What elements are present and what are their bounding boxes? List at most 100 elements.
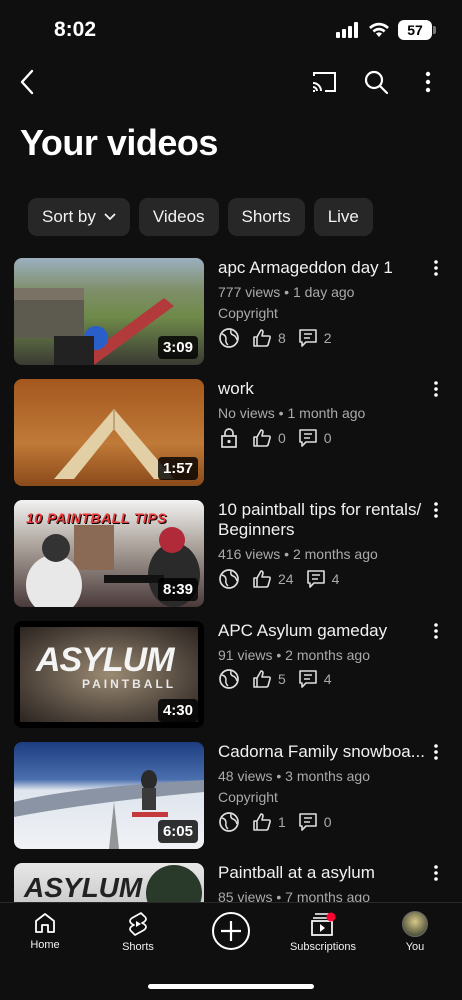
status-icons: 57: [336, 20, 436, 40]
comment-stat: 4: [306, 569, 340, 589]
video-item[interactable]: ASYLUM PAINTBALL 4:30 APC Asylum gameday…: [0, 621, 462, 729]
nav-label: Home: [30, 939, 60, 951]
back-button[interactable]: [8, 62, 48, 102]
nav-you[interactable]: You: [370, 911, 460, 953]
video-thumbnail[interactable]: ASYLUM PAINTBALL 4:30: [14, 621, 204, 728]
more-options-button[interactable]: [408, 62, 448, 102]
like-count: 0: [278, 430, 286, 446]
video-item[interactable]: ASYLUM Paintball at a asylum 85 views • …: [0, 863, 462, 903]
thumbs-up-icon: [253, 329, 271, 347]
battery-icon: 57: [398, 20, 436, 40]
video-meta: 416 views • 2 months ago: [218, 546, 378, 562]
video-duration: 4:30: [157, 699, 198, 722]
upload-age: 3 months ago: [285, 768, 370, 784]
more-vertical-icon: [434, 744, 438, 760]
chip-label: Sort by: [42, 207, 96, 226]
search-button[interactable]: [356, 62, 396, 102]
view-count: 85 views: [218, 889, 273, 903]
videos-chip[interactable]: Videos: [138, 198, 219, 236]
comment-stat: 0: [298, 428, 332, 448]
cast-button[interactable]: [304, 62, 344, 102]
page-title: Your videos: [20, 122, 218, 163]
chip-label: Shorts: [241, 207, 291, 226]
comment-count: 4: [323, 671, 332, 687]
nav-label: Shorts: [122, 941, 154, 953]
upload-age: 1 day ago: [292, 284, 355, 300]
avatar: [402, 911, 428, 937]
upload-age: 1 month ago: [287, 405, 366, 421]
video-stats: 5 4: [218, 667, 344, 691]
video-duration: 3:09: [157, 336, 198, 359]
battery-level: 57: [407, 22, 423, 38]
nav-subscriptions[interactable]: Subscriptions: [278, 911, 368, 953]
thumbnail-scene: ASYLUM: [23, 865, 202, 903]
video-thumbnail[interactable]: ASYLUM: [14, 863, 204, 903]
video-title: Cadorna Family snowboa...: [218, 742, 425, 761]
video-more-button[interactable]: [428, 381, 444, 401]
comment-icon: [306, 570, 325, 588]
subscriptions-icon: [311, 912, 336, 936]
live-chip[interactable]: Live: [313, 198, 373, 236]
video-more-button[interactable]: [428, 623, 444, 643]
video-item[interactable]: 3:09 apc Armageddon day 1 777 views • 1 …: [0, 258, 462, 366]
video-meta: 48 views • 3 months ago: [218, 768, 370, 784]
comment-icon: [298, 429, 317, 447]
shorts-chip[interactable]: Shorts: [227, 198, 305, 236]
more-vertical-icon: [434, 260, 438, 276]
chip-label: Videos: [152, 207, 205, 226]
comment-stat: 4: [298, 669, 332, 689]
comment-icon: [298, 813, 317, 831]
view-count: 48 views: [218, 768, 273, 784]
top-bar: [0, 60, 462, 104]
video-title: work: [218, 379, 254, 398]
like-count: 24: [278, 571, 294, 587]
nav-home[interactable]: Home: [0, 911, 90, 951]
comment-count: 2: [323, 330, 332, 346]
video-more-button[interactable]: [428, 865, 444, 885]
chevron-down-icon: [104, 213, 116, 221]
video-more-button[interactable]: [428, 744, 444, 764]
copyright-label: Copyright: [218, 789, 278, 805]
thumbs-up-icon: [253, 429, 271, 447]
like-count: 8: [278, 330, 286, 346]
video-stats: 0 0: [218, 426, 344, 450]
video-thumbnail[interactable]: 1:57: [14, 379, 204, 486]
sort-by-chip[interactable]: Sort by: [28, 198, 130, 236]
video-duration: 8:39: [157, 578, 198, 601]
thumbs-up-icon: [253, 670, 271, 688]
like-stat: 0: [252, 428, 286, 448]
comment-icon: [298, 329, 317, 347]
like-count: 1: [278, 814, 286, 830]
more-vertical-icon: [425, 71, 431, 93]
more-vertical-icon: [434, 381, 438, 397]
video-more-button[interactable]: [428, 502, 444, 522]
comment-icon: [298, 670, 317, 688]
video-title: Paintball at a asylum: [218, 863, 375, 882]
thumbs-up-icon: [253, 813, 271, 831]
video-item[interactable]: 1:57 work No views • 1 month ago 0 0: [0, 379, 462, 487]
create-button[interactable]: [186, 911, 276, 951]
chip-label: Live: [327, 207, 359, 226]
video-thumbnail[interactable]: 3:09: [14, 258, 204, 365]
view-count: 777 views: [218, 284, 281, 300]
comment-stat: 0: [298, 812, 332, 832]
comment-count: 4: [331, 571, 340, 587]
video-meta: 91 views • 2 months ago: [218, 647, 370, 663]
video-thumbnail[interactable]: 10 PAINTBALL TIPS 8:39: [14, 500, 204, 607]
like-stat: 8: [252, 328, 286, 348]
nav-shorts[interactable]: Shorts: [93, 911, 183, 953]
more-vertical-icon: [434, 865, 438, 881]
wifi-icon: [369, 22, 389, 37]
nav-label: You: [405, 941, 425, 953]
status-bar: 8:02 57: [0, 0, 462, 60]
visibility-public: [218, 811, 240, 833]
svg-text:ASYLUM: ASYLUM: [23, 872, 143, 903]
video-stats: 8 2: [218, 326, 344, 350]
video-item[interactable]: 10 PAINTBALL TIPS 8:39 10 paintball tips…: [0, 500, 462, 608]
visibility-public: [218, 668, 240, 690]
video-thumbnail[interactable]: 6:05: [14, 742, 204, 849]
view-count: No views: [218, 405, 275, 421]
video-item[interactable]: 6:05 Cadorna Family snowboa... 48 views …: [0, 742, 462, 850]
video-more-button[interactable]: [428, 260, 444, 280]
home-icon: [35, 913, 55, 933]
